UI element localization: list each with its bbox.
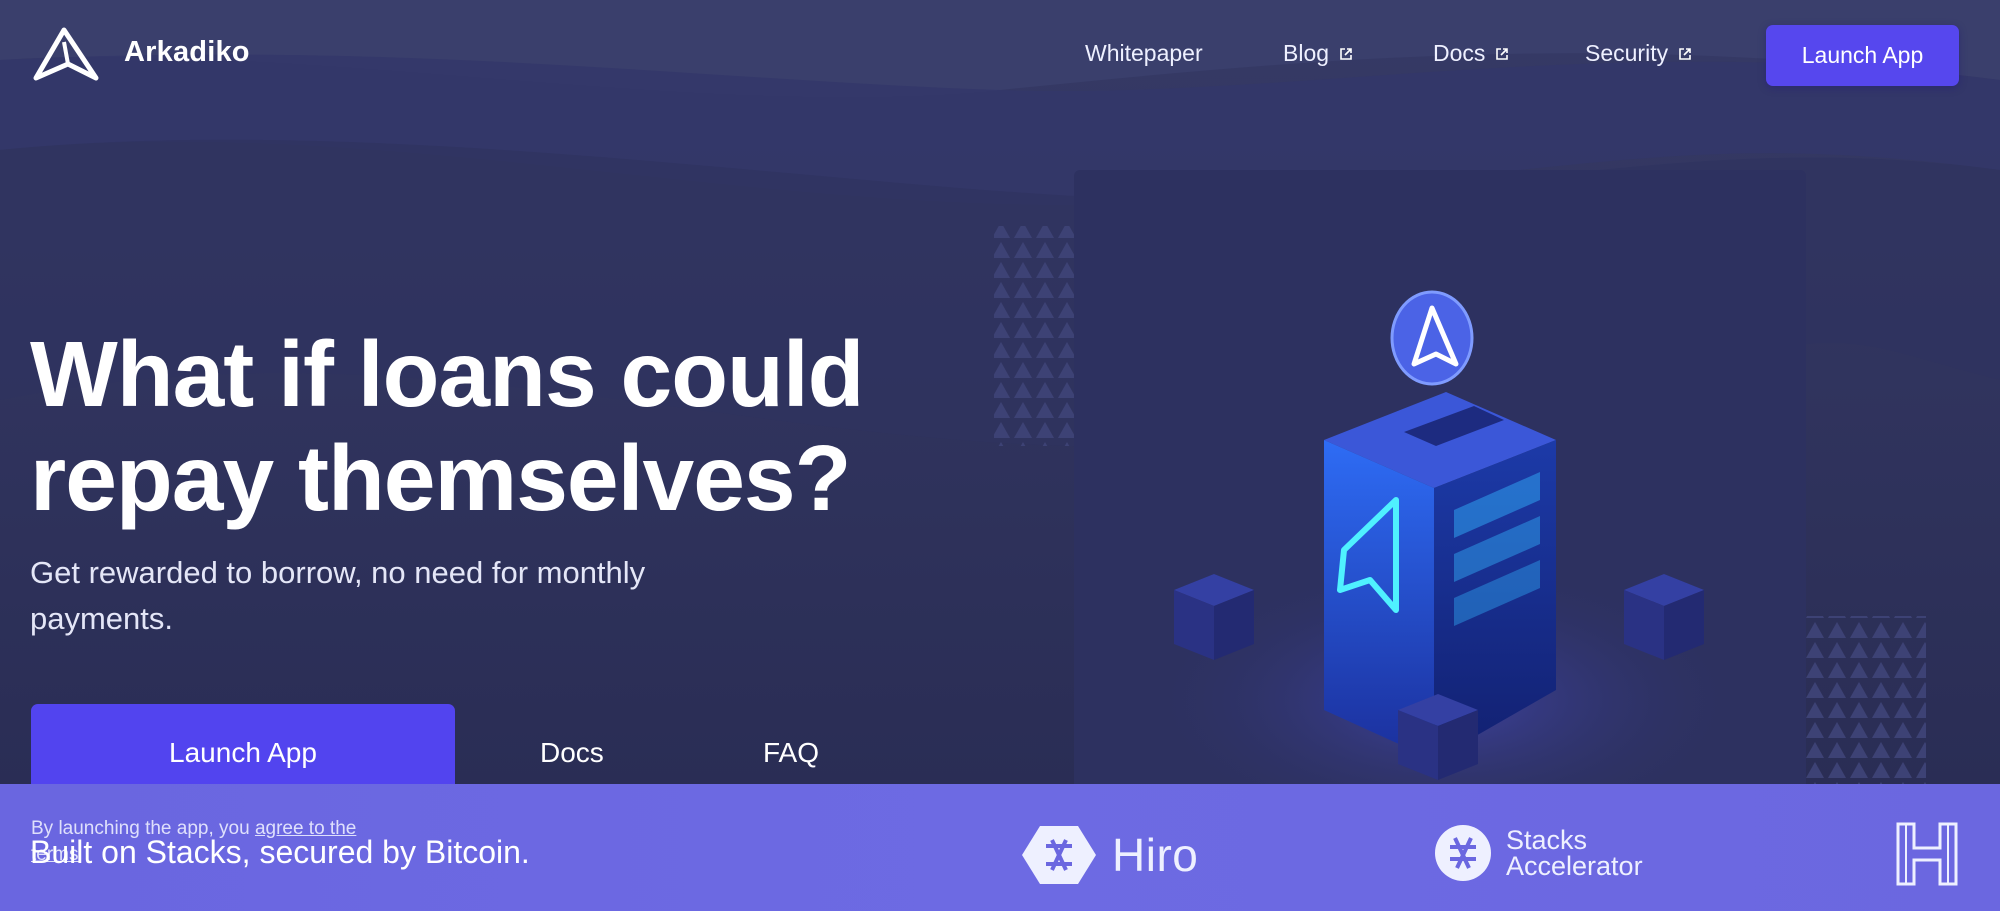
stacks-line-2: Accelerator xyxy=(1506,851,1643,881)
bitcoin-cube-icon xyxy=(1398,694,1478,780)
bitcoin-cube-icon xyxy=(1624,574,1704,660)
nav-docs-label: Docs xyxy=(1433,40,1486,66)
hero-subtitle-line-1: Get rewarded to borrow, no need for mont… xyxy=(30,555,646,590)
site-header: Arkadiko Whitepaper Blog Docs Security L… xyxy=(0,0,2000,112)
bitcoin-cube-icon xyxy=(1174,574,1254,660)
hero-headline: What if loans could repay themselves? xyxy=(30,322,930,530)
external-link-icon xyxy=(1679,47,1691,60)
nav-whitepaper-label: Whitepaper xyxy=(1085,40,1203,66)
nav-security[interactable]: Security xyxy=(1585,40,1692,67)
partner-stacks-accelerator[interactable]: Stacks Accelerator xyxy=(1434,824,1643,882)
external-link-icon xyxy=(1340,47,1352,60)
built-on-tagline: Built on Stacks, secured by Bitcoin. xyxy=(30,834,530,870)
partner-hiro[interactable]: Hiro xyxy=(1020,824,1198,886)
nav-blog[interactable]: Blog xyxy=(1283,40,1353,67)
hero-subtitle: Get rewarded to borrow, no need for mont… xyxy=(30,550,830,642)
hero-docs-link[interactable]: Docs xyxy=(540,737,604,769)
external-link-icon xyxy=(1496,47,1509,60)
hero-headline-line-2: repay themselves? xyxy=(30,426,851,530)
arkadiko-logo-icon[interactable] xyxy=(28,26,100,82)
hiro-icon xyxy=(1022,826,1096,884)
hero-subtitle-line-2: payments. xyxy=(30,601,174,636)
hero-headline-line-1: What if loans could xyxy=(30,322,865,426)
nav-security-label: Security xyxy=(1585,40,1669,66)
nav-whitepaper[interactable]: Whitepaper xyxy=(1085,40,1203,67)
hero-faq-link[interactable]: FAQ xyxy=(763,737,819,769)
h-logo-icon[interactable] xyxy=(1894,820,1960,888)
hiro-name: Hiro xyxy=(1112,829,1199,881)
stacks-icon xyxy=(1435,825,1491,881)
brand-name[interactable]: Arkadiko xyxy=(124,36,250,69)
nav-docs[interactable]: Docs xyxy=(1433,40,1509,67)
stacks-accelerator-name: Stacks Accelerator xyxy=(1506,825,1643,881)
header-launch-app-button[interactable]: Launch App xyxy=(1766,25,1959,86)
stacks-line-1: Stacks xyxy=(1506,825,1588,855)
nav-blog-label: Blog xyxy=(1283,40,1330,66)
